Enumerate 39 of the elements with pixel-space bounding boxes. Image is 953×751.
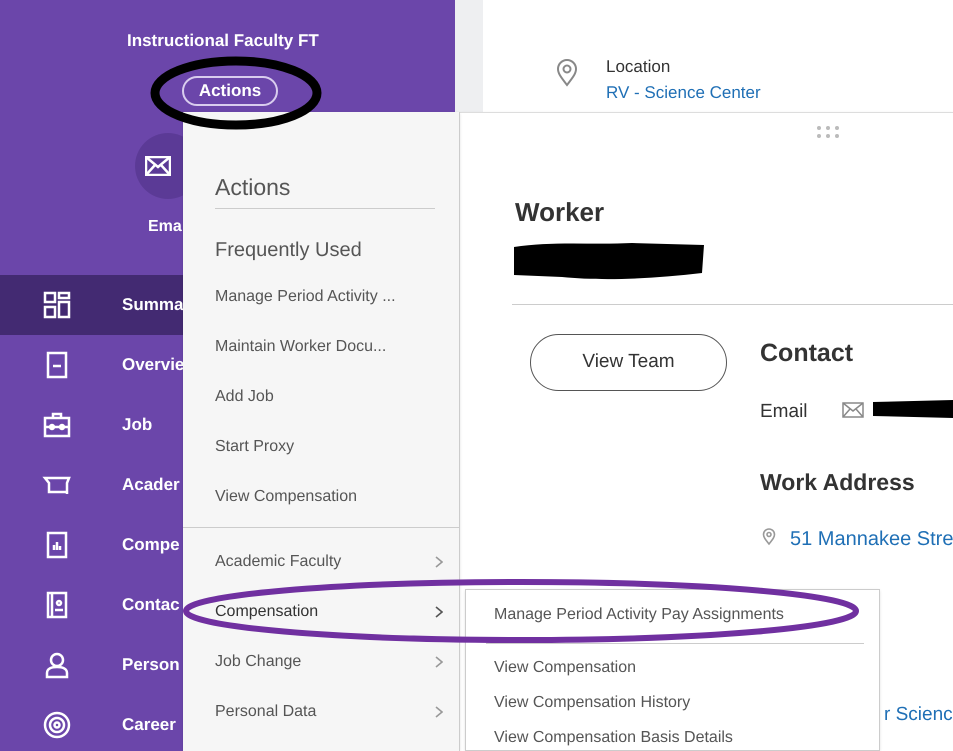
partial-link[interactable]: r Scienc	[884, 701, 953, 730]
chevron-right-icon	[435, 656, 443, 668]
worker-title: Worker	[515, 196, 604, 229]
chevron-right-icon	[435, 556, 443, 568]
menu-item[interactable]: View Compensation	[215, 485, 358, 509]
location-pin-icon	[762, 528, 776, 546]
briefcase-icon	[42, 410, 72, 440]
menu-item[interactable]: Maintain Worker Docu...	[215, 335, 386, 359]
email-label: Ema	[148, 217, 182, 237]
mail-icon	[145, 156, 171, 176]
location-link[interactable]: RV - Science Center	[606, 80, 761, 106]
actions-button[interactable]: Actions	[182, 76, 278, 106]
grid-icon	[42, 290, 72, 320]
mail-icon	[842, 402, 864, 418]
job-profile-text: Instructional Faculty FT	[127, 30, 319, 52]
menu-item[interactable]: Start Proxy	[215, 435, 294, 459]
section-heading: Frequently Used	[215, 238, 362, 263]
drag-handle-icon[interactable]	[816, 125, 840, 139]
menu-item[interactable]: View Compensation History	[494, 691, 690, 715]
target-icon	[42, 710, 72, 740]
chevron-right-icon	[435, 706, 443, 718]
location-label: Location	[606, 56, 670, 78]
address-link[interactable]: 51 Mannakee Stre	[790, 524, 953, 554]
view-team-button[interactable]: View Team	[530, 334, 727, 391]
menu-item[interactable]: Personal Data	[215, 700, 443, 724]
menu-item[interactable]: Manage Period Activity ...	[215, 285, 396, 309]
menu-item[interactable]: Job Change	[215, 650, 443, 674]
menu-item[interactable]: View Compensation Basis Details	[494, 726, 733, 750]
menu-item[interactable]: Add Job	[215, 385, 274, 409]
email-label: Email	[760, 400, 808, 424]
menu-item[interactable]: Academic Faculty	[215, 550, 443, 574]
menu-item[interactable]: Manage Period Activity Pay Assignments	[494, 603, 784, 627]
menu-title: Actions	[215, 173, 290, 202]
contact-heading: Contact	[760, 338, 854, 369]
menu-item[interactable]: Compensation	[215, 600, 443, 624]
chevron-right-icon	[435, 606, 443, 618]
work-address-heading: Work Address	[760, 468, 915, 497]
location-pin-icon	[556, 59, 578, 87]
menu-item[interactable]: View Compensation	[494, 656, 636, 680]
